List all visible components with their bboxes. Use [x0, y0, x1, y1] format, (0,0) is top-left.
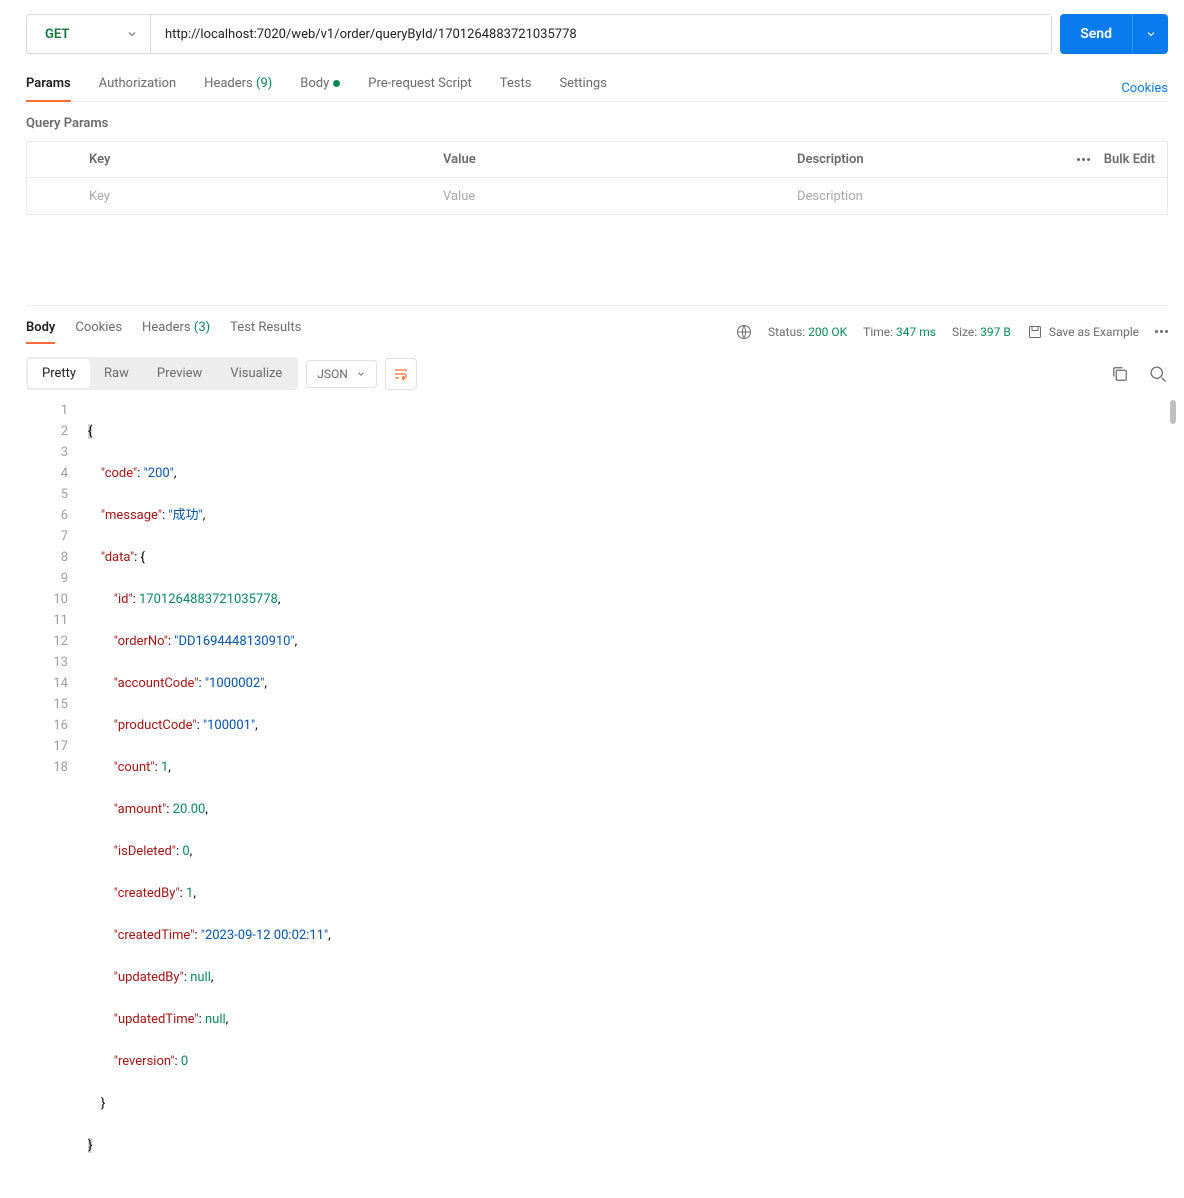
size-value: 397 B	[980, 325, 1011, 339]
url-input[interactable]	[151, 15, 1051, 53]
tab-authorization[interactable]: Authorization	[99, 76, 177, 101]
chevron-down-icon	[1145, 28, 1157, 40]
resp-tab-tests[interactable]: Test Results	[230, 320, 301, 343]
time-value: 347 ms	[896, 325, 936, 339]
method-select[interactable]: GET	[27, 15, 151, 53]
tab-prerequest[interactable]: Pre-request Script	[368, 76, 471, 101]
wrap-icon	[393, 366, 409, 382]
chevron-down-icon	[356, 369, 366, 379]
bulk-edit-link[interactable]: Bulk Edit	[1104, 152, 1155, 167]
cookies-link[interactable]: Cookies	[1121, 81, 1168, 96]
query-params-title: Query Params	[26, 116, 1168, 131]
param-desc-input[interactable]	[797, 189, 1047, 204]
globe-icon[interactable]	[736, 324, 752, 340]
param-value-input[interactable]	[443, 189, 787, 204]
tab-headers[interactable]: Headers (9)	[204, 76, 272, 101]
resp-tab-cookies[interactable]: Cookies	[75, 320, 122, 343]
format-select[interactable]: JSON	[306, 360, 377, 388]
response-body-viewer[interactable]: 123456789101112131415161718 { "code": "2…	[26, 400, 1168, 803]
view-visualize[interactable]: Visualize	[216, 359, 296, 388]
view-pretty[interactable]: Pretty	[28, 359, 90, 388]
view-preview[interactable]: Preview	[143, 359, 216, 388]
resp-tab-headers[interactable]: Headers (3)	[142, 320, 210, 343]
tab-body[interactable]: Body	[300, 76, 340, 101]
send-label: Send	[1060, 26, 1132, 42]
save-icon	[1027, 324, 1043, 340]
col-description: Description	[787, 152, 1047, 167]
search-icon[interactable]	[1148, 364, 1168, 384]
tab-params[interactable]: Params	[26, 76, 71, 101]
status-value: 200 OK	[808, 325, 847, 339]
param-key-input[interactable]	[89, 189, 433, 204]
body-indicator-dot	[333, 80, 340, 87]
code-content: { "code": "200", "message": "成功", "data"…	[88, 400, 1168, 803]
wrap-lines-button[interactable]	[385, 358, 417, 390]
save-as-example[interactable]: Save as Example	[1027, 324, 1139, 340]
col-key: Key	[79, 152, 433, 167]
resp-tab-body[interactable]: Body	[26, 320, 55, 343]
tab-tests[interactable]: Tests	[500, 76, 532, 101]
col-value: Value	[433, 152, 787, 167]
scrollbar-thumb[interactable]	[1170, 400, 1176, 424]
tab-settings[interactable]: Settings	[559, 76, 606, 101]
more-icon[interactable]	[1077, 158, 1090, 161]
line-gutter: 123456789101112131415161718	[26, 400, 88, 803]
more-icon[interactable]	[1155, 330, 1168, 333]
chevron-down-icon	[126, 28, 138, 40]
params-table: Key Value Description Bulk Edit	[26, 141, 1168, 215]
send-dropdown[interactable]	[1132, 14, 1168, 54]
copy-icon[interactable]	[1110, 364, 1130, 384]
send-button[interactable]: Send	[1060, 14, 1168, 54]
view-raw[interactable]: Raw	[90, 359, 143, 388]
method-label: GET	[45, 27, 69, 42]
